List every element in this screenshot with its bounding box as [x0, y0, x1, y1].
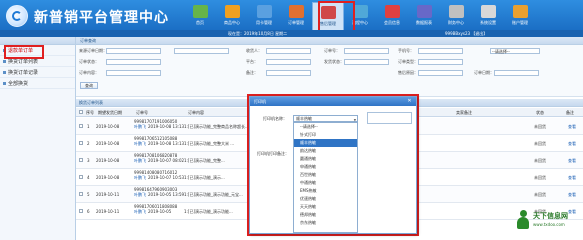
- platform-select[interactable]: [266, 59, 311, 65]
- order-type-select[interactable]: [418, 59, 463, 65]
- printer-option[interactable]: 申通热敏: [294, 163, 357, 171]
- aftersale-reason-select[interactable]: [418, 70, 463, 76]
- watermark-text: 天下信息网: [533, 212, 568, 220]
- label-remark: 备注：: [246, 70, 258, 75]
- orders-icon: [288, 5, 304, 18]
- nav-account[interactable]: 账户管理: [504, 2, 536, 32]
- row-checkbox[interactable]: [79, 175, 83, 179]
- order-content-input[interactable]: [106, 70, 161, 76]
- printer-option[interactable]: 优速热敏: [294, 195, 357, 203]
- ship-status-select[interactable]: [344, 59, 389, 65]
- label-order-date: 订单日期：: [474, 70, 494, 75]
- col-date: 期望发货日期: [98, 110, 122, 115]
- printer-select[interactable]: 顺丰热敏 ▼: [293, 115, 358, 122]
- label-receiver: 收货人：: [246, 48, 262, 53]
- printer-option[interactable]: --请选择--: [294, 123, 357, 131]
- label-order-content: 订单内容：: [79, 70, 99, 75]
- bullet-icon: [3, 60, 6, 63]
- label-order-type: 订单类型：: [398, 59, 418, 64]
- source-date-to[interactable]: [174, 48, 229, 54]
- printer-option-selected[interactable]: 顺丰热敏: [294, 139, 357, 147]
- row-checkbox[interactable]: [79, 141, 83, 145]
- label-order-no: 订单号：: [324, 48, 340, 53]
- label-platform: 平台：: [246, 59, 258, 64]
- nav-cards[interactable]: 用卡管理: [248, 2, 280, 32]
- nav-reports[interactable]: 数据报表: [408, 2, 440, 32]
- phone-input[interactable]: [418, 48, 463, 54]
- sidebar-item-all-exchange[interactable]: 全部换货: [0, 78, 75, 89]
- printer-option[interactable]: 中通热敏: [294, 179, 357, 187]
- nav-settings[interactable]: 系统设置: [472, 2, 504, 32]
- members-icon: [384, 5, 400, 18]
- close-icon[interactable]: ✕: [406, 98, 413, 105]
- label-order-status: 订单状态：: [79, 59, 99, 64]
- query-button[interactable]: 查询: [80, 82, 98, 89]
- reports-icon: [416, 5, 432, 18]
- printer-option[interactable]: 京东热敏: [294, 219, 357, 227]
- printer-note-input[interactable]: [367, 112, 412, 124]
- nav-home[interactable]: 首页: [184, 2, 216, 32]
- watermark-url: www.txdoo.com: [533, 222, 565, 227]
- nav-finance[interactable]: 财务中心: [440, 2, 472, 32]
- nav-orders[interactable]: 订单管理: [280, 2, 312, 32]
- status-bar: [0, 30, 583, 37]
- search-panel: 来源订单日期： 收货人： 订单号： 手机号： --请选择-- 订单状态： 平台：…: [76, 45, 583, 115]
- order-date-input[interactable]: [494, 70, 539, 76]
- col-seller-note: 卖家备注: [456, 110, 472, 115]
- finance-icon: [448, 5, 464, 18]
- remark-input[interactable]: [266, 70, 311, 76]
- printer-option[interactable]: EMS热敏: [294, 187, 357, 195]
- status-select[interactable]: --请选择--: [490, 48, 540, 54]
- settings-icon: [480, 5, 496, 18]
- label-printer-name: 打印机名称：: [263, 116, 287, 121]
- printer-option[interactable]: 圆通热敏: [294, 155, 357, 163]
- col-index: 序号: [86, 110, 94, 115]
- nav-members[interactable]: 会员信息: [376, 2, 408, 32]
- account-icon: [512, 5, 528, 18]
- select-all-checkbox[interactable]: [79, 110, 83, 114]
- printer-option[interactable]: 针式打印: [294, 131, 357, 139]
- printer-option[interactable]: 德邦热敏: [294, 211, 357, 219]
- col-remark: 备注: [566, 110, 574, 115]
- logo-icon: [6, 5, 28, 27]
- row-checkbox[interactable]: [79, 209, 83, 213]
- panel-title: 订单查询: [76, 37, 583, 45]
- col-status: 状态: [536, 110, 544, 115]
- dialog-title: 打印机 ✕: [250, 97, 416, 106]
- printer-option[interactable]: 天天热敏: [294, 203, 357, 211]
- printer-option[interactable]: 百世热敏: [294, 171, 357, 179]
- sidebar-header: [0, 37, 75, 45]
- receiver-input[interactable]: [266, 48, 311, 54]
- main-nav: 首页 商品中心 用卡管理 订单管理 售后管理 流程中心 会员信息 数据报表 财务…: [184, 2, 536, 32]
- sidebar-highlight-box: [4, 45, 44, 59]
- order-status-select[interactable]: [106, 59, 161, 65]
- col-order-no: 订单号: [136, 110, 148, 115]
- row-checkbox[interactable]: [79, 124, 83, 128]
- label-source-date: 来源订单日期：: [79, 48, 107, 53]
- watermark-person-icon: [515, 210, 531, 232]
- app-title: 新普销平台管理中心: [34, 10, 169, 26]
- label-printer-note: 打印机打印备注：: [257, 151, 289, 156]
- watermark: 天下信息网 www.txdoo.com: [515, 208, 581, 238]
- printer-option[interactable]: 韵达热敏: [294, 147, 357, 155]
- row-checkbox[interactable]: [79, 158, 83, 162]
- sidebar-item-exchange-log[interactable]: 换货订单记录: [0, 67, 75, 78]
- sidebar: 退款单订单 换货订单列表 换货订单记录 全部换货: [0, 37, 76, 240]
- bullet-icon: [3, 71, 6, 74]
- printer-dropdown-list: --请选择-- 针式打印 顺丰热敏 韵达热敏 圆通热敏 申通热敏 百世热敏 中通…: [293, 122, 358, 233]
- products-icon: [224, 5, 240, 18]
- order-no-input[interactable]: [344, 48, 389, 54]
- label-aftersale-reason: 售后原因：: [398, 70, 418, 75]
- home-icon: [192, 5, 208, 18]
- nav-highlight-box: [318, 1, 355, 32]
- source-date-from[interactable]: [106, 48, 161, 54]
- label-phone: 手机号：: [398, 48, 414, 53]
- bullet-icon: [3, 82, 6, 85]
- nav-products[interactable]: 商品中心: [216, 2, 248, 32]
- row-checkbox[interactable]: [79, 192, 83, 196]
- col-content: 订单内容: [188, 110, 204, 115]
- cards-icon: [256, 5, 272, 18]
- label-ship-status: 发货状态：: [324, 59, 344, 64]
